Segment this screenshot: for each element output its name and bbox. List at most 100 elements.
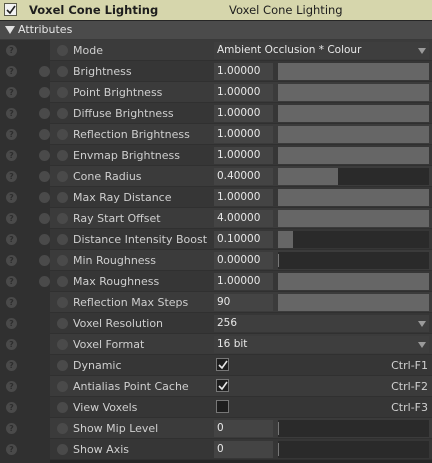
attribute-value-field[interactable]: 1.00000: [214, 147, 273, 164]
attribute-dropdown[interactable]: 256: [214, 315, 429, 332]
help-icon[interactable]: ?: [6, 444, 17, 455]
link-icon[interactable]: [57, 192, 68, 203]
attribute-slider[interactable]: [278, 189, 429, 206]
attribute-slider[interactable]: [278, 273, 429, 290]
attribute-value-field[interactable]: 0.10000: [214, 231, 273, 248]
reset-icon[interactable]: [39, 255, 50, 266]
attribute-slider[interactable]: [278, 294, 429, 311]
attribute-value-field[interactable]: 0.00000: [214, 252, 273, 269]
attribute-dropdown[interactable]: Ambient Occlusion * Colour: [214, 42, 429, 59]
reset-icon[interactable]: [39, 129, 50, 140]
link-icon[interactable]: [57, 297, 68, 308]
attribute-value-field[interactable]: 1.00000: [214, 189, 273, 206]
link-icon[interactable]: [57, 360, 68, 371]
reset-icon[interactable]: [39, 66, 50, 77]
link-icon[interactable]: [57, 402, 68, 413]
link-icon[interactable]: [57, 108, 68, 119]
help-icon[interactable]: ?: [6, 381, 17, 392]
reset-icon[interactable]: [39, 234, 50, 245]
reset-icon[interactable]: [39, 171, 50, 182]
attributes-section-header[interactable]: Attributes: [0, 21, 432, 40]
attribute-row: ? Min Roughness 0.00000: [0, 250, 432, 271]
help-icon[interactable]: ?: [6, 66, 17, 77]
link-icon[interactable]: [57, 444, 68, 455]
reset-icon[interactable]: [39, 213, 50, 224]
attribute-slider[interactable]: [278, 441, 429, 458]
attribute-value-field[interactable]: 90: [214, 294, 273, 311]
help-icon[interactable]: ?: [6, 339, 17, 350]
attribute-value-field[interactable]: 1.00000: [214, 273, 273, 290]
slider-handle[interactable]: [278, 254, 279, 267]
help-icon[interactable]: ?: [6, 255, 17, 266]
attribute-checkbox[interactable]: [216, 400, 229, 413]
help-icon[interactable]: ?: [6, 297, 17, 308]
link-icon[interactable]: [57, 255, 68, 266]
reset-icon[interactable]: [39, 192, 50, 203]
collapse-triangle-icon[interactable]: [5, 26, 15, 34]
link-icon[interactable]: [57, 213, 68, 224]
chevron-down-icon[interactable]: [418, 48, 426, 54]
slider-handle[interactable]: [278, 443, 279, 456]
link-icon[interactable]: [57, 339, 68, 350]
link-icon[interactable]: [57, 87, 68, 98]
help-icon[interactable]: ?: [6, 108, 17, 119]
help-icon[interactable]: ?: [6, 213, 17, 224]
attribute-value-field[interactable]: 1.00000: [214, 63, 273, 80]
link-icon[interactable]: [57, 423, 68, 434]
attribute-slider[interactable]: [278, 420, 429, 437]
help-icon[interactable]: ?: [6, 360, 17, 371]
link-icon[interactable]: [57, 276, 68, 287]
attribute-slider[interactable]: [278, 252, 429, 269]
link-icon[interactable]: [57, 150, 68, 161]
attribute-slider[interactable]: [278, 63, 429, 80]
attribute-value-field[interactable]: 4.00000: [214, 210, 273, 227]
attribute-label: Antialias Point Cache: [73, 380, 189, 393]
attribute-slider[interactable]: [278, 84, 429, 101]
link-icon[interactable]: [57, 45, 68, 56]
attribute-value-field[interactable]: 1.00000: [214, 105, 273, 122]
link-icon[interactable]: [57, 318, 68, 329]
attribute-slider[interactable]: [278, 210, 429, 227]
help-icon[interactable]: ?: [6, 87, 17, 98]
attribute-slider[interactable]: [278, 168, 429, 185]
link-icon[interactable]: [57, 381, 68, 392]
help-icon[interactable]: ?: [6, 150, 17, 161]
node-enabled-checkbox[interactable]: [4, 3, 17, 16]
help-icon[interactable]: ?: [6, 129, 17, 140]
attribute-value-field[interactable]: 1.00000: [214, 126, 273, 143]
attribute-checkbox[interactable]: [216, 358, 229, 371]
help-icon[interactable]: ?: [6, 318, 17, 329]
reset-icon[interactable]: [39, 150, 50, 161]
reset-icon[interactable]: [39, 276, 50, 287]
chevron-down-icon[interactable]: [418, 342, 426, 348]
link-icon[interactable]: [57, 129, 68, 140]
attribute-slider[interactable]: [278, 147, 429, 164]
attribute-row: ? View Voxels Ctrl-F3: [0, 397, 432, 418]
help-icon[interactable]: ?: [6, 423, 17, 434]
attribute-checkbox[interactable]: [216, 379, 229, 392]
attribute-label: Mode: [73, 44, 103, 57]
attribute-dropdown[interactable]: 16 bit: [214, 336, 429, 353]
attribute-value-field[interactable]: 1.00000: [214, 84, 273, 101]
attribute-slider[interactable]: [278, 105, 429, 122]
attribute-value-field[interactable]: 0: [214, 420, 273, 437]
reset-icon[interactable]: [39, 108, 50, 119]
help-icon[interactable]: ?: [6, 276, 17, 287]
help-icon[interactable]: ?: [6, 234, 17, 245]
help-icon[interactable]: ?: [6, 45, 17, 56]
link-icon[interactable]: [57, 234, 68, 245]
attribute-slider[interactable]: [278, 231, 429, 248]
help-icon[interactable]: ?: [6, 402, 17, 413]
attribute-slider[interactable]: [278, 126, 429, 143]
help-icon[interactable]: ?: [6, 192, 17, 203]
link-icon[interactable]: [57, 66, 68, 77]
link-icon[interactable]: [57, 171, 68, 182]
attribute-value-field[interactable]: 0: [214, 441, 273, 458]
slider-handle[interactable]: [278, 422, 279, 435]
slider-fill: [278, 231, 294, 248]
attribute-value-field[interactable]: 0.40000: [214, 168, 273, 185]
help-icon[interactable]: ?: [6, 171, 17, 182]
node-name[interactable]: Voxel Cone Lighting: [229, 3, 343, 17]
reset-icon[interactable]: [39, 87, 50, 98]
chevron-down-icon[interactable]: [418, 321, 426, 327]
